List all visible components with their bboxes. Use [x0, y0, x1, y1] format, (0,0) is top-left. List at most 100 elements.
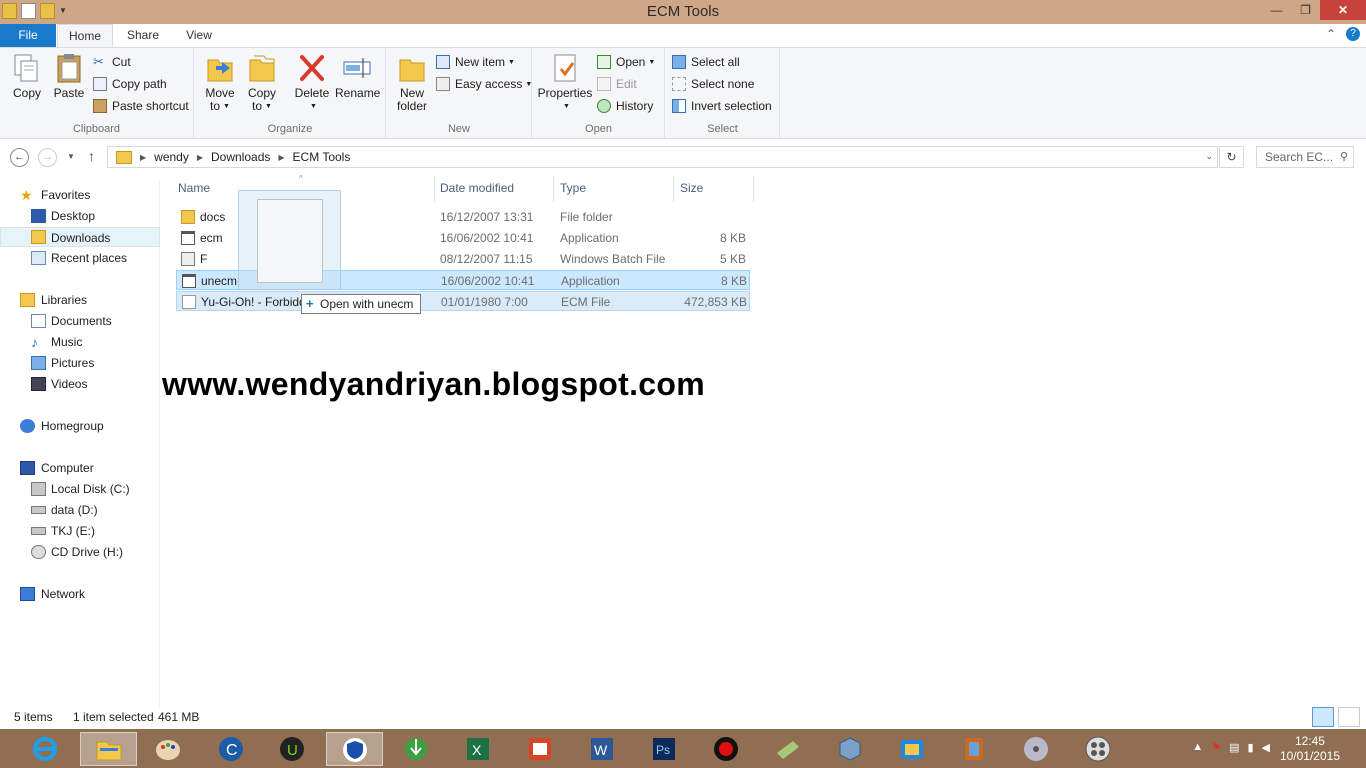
taskbar-file-explorer[interactable]	[80, 732, 137, 766]
easy-access-button[interactable]: Easy access ▼	[435, 74, 532, 94]
nav-homegroup[interactable]: Homegroup	[0, 416, 160, 436]
column-divider[interactable]	[434, 176, 435, 202]
new-folder-button[interactable]: New folder	[392, 52, 432, 113]
file-icon	[182, 295, 196, 309]
invert-selection-button[interactable]: Invert selection	[671, 96, 772, 116]
rename-button[interactable]: Rename	[335, 52, 380, 100]
nav-tkj-drive[interactable]: TKJ (E:)	[0, 521, 160, 541]
tab-file[interactable]: File	[0, 24, 56, 47]
minimize-button[interactable]: —	[1262, 0, 1291, 20]
taskbar-antivirus[interactable]	[326, 732, 383, 766]
taskbar-powerpoint[interactable]	[512, 732, 569, 766]
taskbar-video-converter[interactable]	[1070, 732, 1127, 766]
select-all-button[interactable]: Select all	[671, 52, 740, 72]
details-view-button[interactable]	[1312, 707, 1334, 727]
action-center-flag-icon[interactable]: ⚑	[1211, 741, 1221, 754]
tab-home[interactable]: Home	[57, 24, 113, 47]
nav-documents[interactable]: Documents	[0, 311, 160, 331]
breadcrumb-separator-icon[interactable]: ▶	[140, 153, 146, 162]
nav-desktop[interactable]: Desktop	[0, 206, 160, 226]
breadcrumb-ecm-tools[interactable]: ECM Tools	[293, 150, 351, 164]
file-row-drop-target[interactable]: Yu-Gi-Oh! - Forbidden Memories. 01/01/19…	[176, 291, 750, 311]
address-dropdown-icon[interactable]: ⌄	[1205, 151, 1213, 162]
up-arrow-icon[interactable]: ↑	[88, 148, 95, 164]
tab-share[interactable]: Share	[118, 24, 168, 47]
column-header-type[interactable]: Type	[560, 181, 586, 195]
breadcrumb-separator-icon[interactable]: ▶	[278, 153, 284, 162]
easy-access-label: Easy access	[455, 77, 523, 91]
breadcrumb-wendy[interactable]: wendy	[154, 150, 189, 164]
column-header-name[interactable]: Name	[178, 181, 210, 195]
delete-button[interactable]: Delete ▼	[293, 52, 331, 113]
column-divider[interactable]	[673, 176, 674, 202]
new-folder-label-1: New	[399, 86, 424, 100]
copy-to-button[interactable]: Copy to ▼	[243, 52, 281, 113]
maximize-button[interactable]: ❐	[1291, 0, 1320, 20]
nav-videos[interactable]: Videos	[0, 374, 160, 394]
taskbar-excel[interactable]: X	[450, 732, 507, 766]
battery-icon[interactable]: ▮	[1247, 741, 1253, 754]
taskbar-recorder[interactable]	[698, 732, 755, 766]
nav-data-drive[interactable]: data (D:)	[0, 500, 160, 520]
nav-pictures[interactable]: Pictures	[0, 353, 160, 373]
clock[interactable]: 12:45 10/01/2015	[1280, 734, 1340, 764]
taskbar-word[interactable]: W	[574, 732, 631, 766]
volume-icon[interactable]: ◀	[1262, 741, 1270, 754]
paste-shortcut-button[interactable]: Paste shortcut	[92, 96, 189, 116]
nav-local-disk[interactable]: Local Disk (C:)	[0, 479, 160, 499]
cut-button[interactable]: ✂ Cut	[92, 52, 131, 72]
address-bar[interactable]: ▶ wendy ▶ Downloads ▶ ECM Tools ⌄	[107, 146, 1218, 168]
breadcrumb-downloads[interactable]: Downloads	[211, 150, 270, 164]
taskbar-photoshop[interactable]: Ps	[636, 732, 693, 766]
nav-recent-places[interactable]: Recent places	[0, 248, 160, 268]
search-input[interactable]: Search EC... ⚲	[1256, 146, 1354, 168]
collapse-ribbon-icon[interactable]: ⌃	[1326, 27, 1336, 41]
help-icon[interactable]: ?	[1346, 27, 1360, 41]
show-hidden-icons-icon[interactable]: ▲	[1192, 741, 1203, 754]
open-button[interactable]: Open ▼	[596, 52, 655, 72]
column-header-size[interactable]: Size	[680, 181, 703, 195]
back-button[interactable]: ←	[10, 148, 29, 167]
recent-locations-icon[interactable]: ▼	[67, 152, 75, 161]
nav-cd-drive[interactable]: CD Drive (H:)	[0, 542, 160, 562]
move-to-button[interactable]: Move to ▼	[201, 52, 239, 113]
column-divider[interactable]	[553, 176, 554, 202]
nav-downloads[interactable]: Downloads	[0, 227, 160, 247]
taskbar-video-editor[interactable]	[946, 732, 1003, 766]
select-group: Select all Select none Invert selection …	[666, 48, 780, 138]
nav-music[interactable]: ♪ Music	[0, 332, 160, 352]
tab-view[interactable]: View	[178, 24, 220, 47]
refresh-button[interactable]: ↻	[1219, 146, 1244, 168]
paste-button[interactable]: Paste	[50, 52, 88, 100]
column-divider[interactable]	[753, 176, 754, 202]
copy-button[interactable]: Copy	[8, 52, 46, 100]
nav-network[interactable]: Network	[0, 584, 160, 604]
nav-favorites[interactable]: ★ Favorites	[0, 185, 160, 205]
nav-computer[interactable]: Computer	[0, 458, 160, 478]
taskbar-ccleaner[interactable]: C	[203, 732, 260, 766]
taskbar-utorrent[interactable]: U	[264, 732, 321, 766]
copy-path-button[interactable]: Copy path	[92, 74, 167, 94]
taskbar-internet-explorer[interactable]	[17, 732, 74, 766]
breadcrumb-separator-icon[interactable]: ▶	[197, 153, 203, 162]
taskbar-idm[interactable]	[388, 732, 445, 766]
properties-button[interactable]: Properties ▼	[537, 52, 593, 113]
taskbar-media-player[interactable]	[1008, 732, 1065, 766]
history-button[interactable]: History	[596, 96, 653, 116]
edit-button[interactable]: Edit	[596, 74, 637, 94]
new-item-label: New item	[455, 55, 506, 69]
nav-libraries[interactable]: Libraries	[0, 290, 160, 310]
new-item-button[interactable]: New item ▼	[435, 52, 515, 72]
taskbar-notes[interactable]	[760, 732, 817, 766]
close-button[interactable]: ✕	[1320, 0, 1366, 20]
select-none-button[interactable]: Select none	[671, 74, 754, 94]
taskbar-paint[interactable]	[140, 732, 197, 766]
taskbar-virtualbox[interactable]	[822, 732, 879, 766]
network-status-icon[interactable]: ▤	[1229, 741, 1239, 754]
forward-button[interactable]: →	[38, 148, 57, 167]
videos-icon	[31, 377, 46, 391]
large-icons-view-button[interactable]	[1338, 707, 1360, 727]
taskbar-vm-folder[interactable]	[884, 732, 941, 766]
column-header-date-modified[interactable]: Date modified	[440, 181, 514, 195]
properties-label: Properties	[537, 86, 593, 100]
